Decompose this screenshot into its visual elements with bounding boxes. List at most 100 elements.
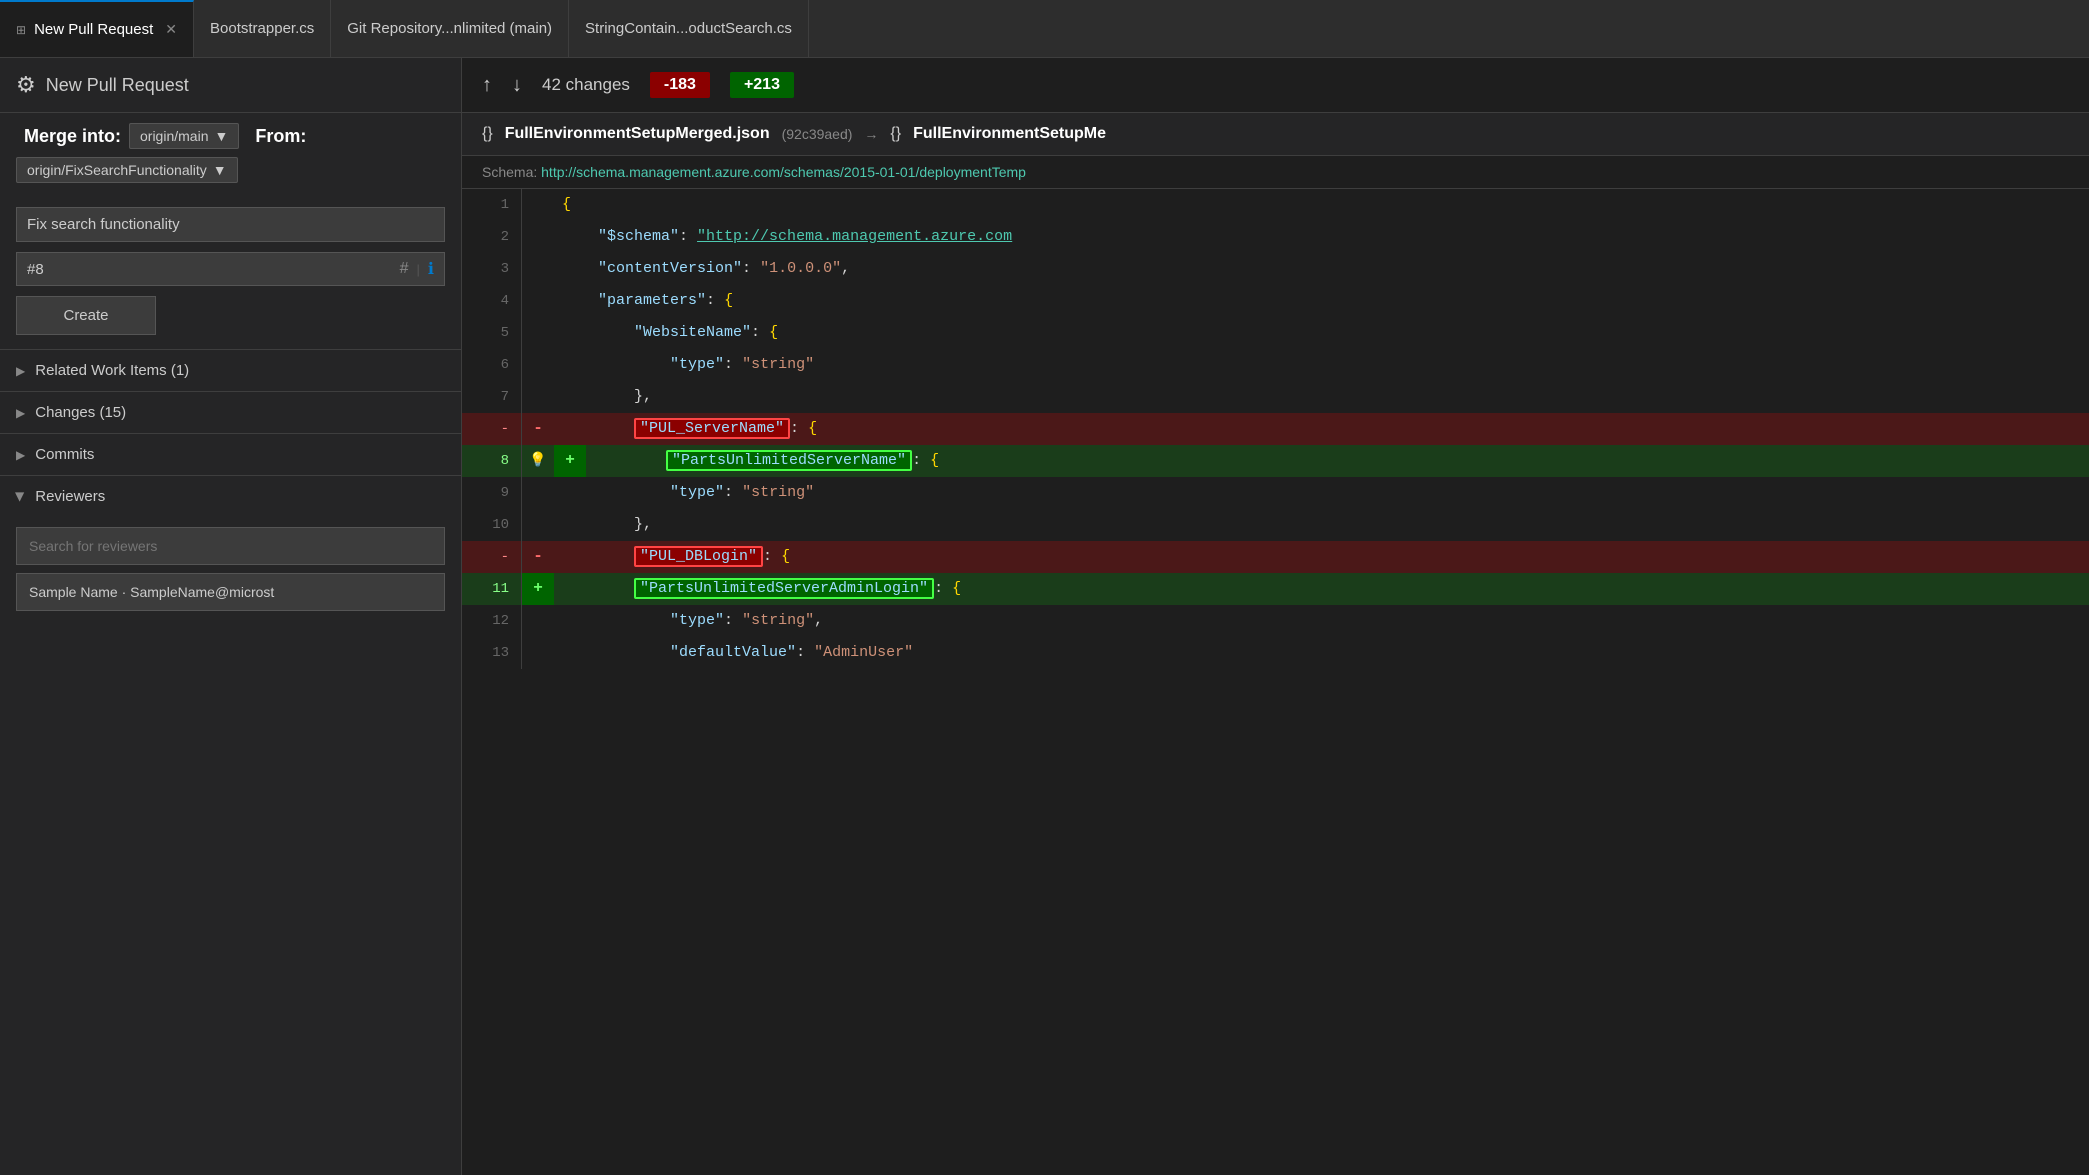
code-line-6: 6 "type": "string" (462, 349, 2089, 381)
file-header: {} FullEnvironmentSetupMerged.json (92c3… (462, 113, 2089, 156)
related-work-items-section[interactable]: ▶ Related Work Items (1) (0, 349, 461, 391)
code-content-6: "type": "string" (554, 349, 2089, 381)
commits-label: Commits (35, 446, 94, 463)
form-section: #8 # | ℹ Create (0, 193, 461, 349)
file-hash: (92c39aed) (782, 126, 853, 142)
line-num-7: 7 (462, 381, 522, 413)
diff-marker-del-1: - (522, 413, 554, 445)
commits-section[interactable]: ▶ Commits (0, 433, 461, 475)
hash-icon: # (400, 260, 409, 278)
code-line-12: 12 "type": "string", (462, 605, 2089, 637)
file-name-2: FullEnvironmentSetupMe (913, 125, 1106, 143)
code-content-3: "contentVersion": "1.0.0.0", (554, 253, 2089, 285)
reviewers-label: Reviewers (35, 488, 105, 505)
file-arrow: → (864, 126, 878, 142)
code-line-add-1: 8 💡 + "PartsUnlimitedServerName": { (462, 445, 2089, 477)
diff-marker-13 (522, 637, 554, 669)
diff-toolbar: ↑ ↓ 42 changes -183 +213 (462, 58, 2089, 113)
code-content-10: }, (554, 509, 2089, 541)
navigate-up-button[interactable]: ↑ (482, 74, 492, 97)
changes-count: 42 changes (542, 75, 630, 95)
deletions-badge: -183 (650, 72, 710, 98)
code-line-del-2: - - "PUL_DBLogin": { (462, 541, 2089, 573)
right-panel: ↑ ↓ 42 changes -183 +213 {} FullEnvironm… (462, 58, 2089, 1175)
code-content-13: "defaultValue": "AdminUser" (554, 637, 2089, 669)
code-content-4: "parameters": { (554, 285, 2089, 317)
from-label: From: (255, 126, 306, 147)
diff-marker-12 (522, 605, 554, 637)
tab-string-contain[interactable]: StringContain...oductSearch.cs (569, 0, 809, 57)
merge-into-label: Merge into: (24, 126, 121, 147)
line-num-add-2: 11 (462, 573, 522, 605)
code-line-3: 3 "contentVersion": "1.0.0.0", (462, 253, 2089, 285)
code-content-12: "type": "string", (554, 605, 2089, 637)
tab-string-contain-label: StringContain...oductSearch.cs (585, 20, 792, 37)
info-icon[interactable]: ℹ (428, 259, 434, 279)
tab-bootstrapper[interactable]: Bootstrapper.cs (194, 0, 331, 57)
line-num-13: 13 (462, 637, 522, 669)
reviewer-item[interactable]: Sample Name · SampleName@microst (16, 573, 445, 611)
schema-url[interactable]: http://schema.management.azure.com/schem… (541, 164, 1026, 180)
from-branch-chevron: ▼ (213, 162, 227, 178)
file-name: FullEnvironmentSetupMerged.json (505, 125, 770, 143)
diff-marker-6 (522, 349, 554, 381)
create-button[interactable]: Create (16, 296, 156, 335)
tab-git-repo[interactable]: Git Repository...nlimited (main) (331, 0, 569, 57)
tab-git-repo-label: Git Repository...nlimited (main) (347, 20, 552, 37)
main-layout: ⚙ New Pull Request Merge into: origin/ma… (0, 58, 2089, 1175)
code-content-del-2: "PUL_DBLogin": { (554, 541, 2089, 573)
divider: | (417, 262, 420, 277)
tab-new-pr-label: New Pull Request (34, 21, 153, 38)
line-num-add-1: 8 (462, 445, 522, 477)
line-num-12: 12 (462, 605, 522, 637)
code-content-5: "WebsiteName": { (554, 317, 2089, 349)
code-line-add-2: 11 + "PartsUnlimitedServerAdminLogin": { (462, 573, 2089, 605)
pr-number: #8 (27, 261, 392, 278)
navigate-down-button[interactable]: ↓ (512, 74, 522, 97)
reviewer-name: Sample Name · SampleName@microst (29, 584, 274, 600)
pr-icon: ⚙ (16, 72, 36, 98)
changes-section[interactable]: ▶ Changes (15) (0, 391, 461, 433)
code-line-13: 13 "defaultValue": "AdminUser" (462, 637, 2089, 669)
merge-branch-select[interactable]: origin/main ▼ (129, 123, 239, 149)
pr-title-input[interactable] (16, 207, 445, 242)
file-icon: {} (482, 125, 493, 143)
code-content-add-1: "PartsUnlimitedServerName": { (586, 445, 2089, 477)
code-line-del-1: - - "PUL_ServerName": { (462, 413, 2089, 445)
line-num-9: 9 (462, 477, 522, 509)
tab-new-pr-close[interactable]: ✕ (165, 21, 177, 38)
code-area[interactable]: 1 { 2 "$schema": "http://schema.manageme… (462, 189, 2089, 1175)
tab-new-pr-pin: ⊞ (16, 23, 26, 37)
diff-marker-add-2: + (522, 573, 554, 605)
pr-title-label: New Pull Request (46, 75, 189, 96)
merge-branch-label: origin/main (140, 128, 208, 144)
diff-marker-7 (522, 381, 554, 413)
diff-marker-2 (522, 221, 554, 253)
reviewers-section: Sample Name · SampleName@microst (0, 517, 461, 621)
code-line-9: 9 "type": "string" (462, 477, 2089, 509)
tab-new-pr[interactable]: ⊞ New Pull Request ✕ (0, 0, 194, 57)
pr-header: ⚙ New Pull Request (0, 58, 461, 113)
code-line-5: 5 "WebsiteName": { (462, 317, 2089, 349)
code-content-7: }, (554, 381, 2089, 413)
diff-marker-del-2: - (522, 541, 554, 573)
from-branch-select[interactable]: origin/FixSearchFunctionality ▼ (16, 157, 238, 183)
tab-bootstrapper-label: Bootstrapper.cs (210, 20, 314, 37)
commits-chevron: ▶ (16, 448, 25, 462)
changes-chevron: ▶ (16, 406, 25, 420)
related-work-items-label: Related Work Items (1) (35, 362, 189, 379)
reviewers-search-input[interactable] (16, 527, 445, 565)
diff-marker-5 (522, 317, 554, 349)
line-num-2: 2 (462, 221, 522, 253)
pr-number-row: #8 # | ℹ (16, 252, 445, 286)
diff-marker-bulb-1: 💡 (522, 445, 554, 477)
code-line-10: 10 }, (462, 509, 2089, 541)
reviewers-section-header[interactable]: ▶ Reviewers (0, 475, 461, 517)
diff-marker-1 (522, 189, 554, 221)
code-content-2: "$schema": "http://schema.management.azu… (554, 221, 2089, 253)
code-line-7: 7 }, (462, 381, 2089, 413)
code-content-1: { (554, 189, 2089, 221)
line-num-5: 5 (462, 317, 522, 349)
line-num-3: 3 (462, 253, 522, 285)
additions-badge: +213 (730, 72, 794, 98)
